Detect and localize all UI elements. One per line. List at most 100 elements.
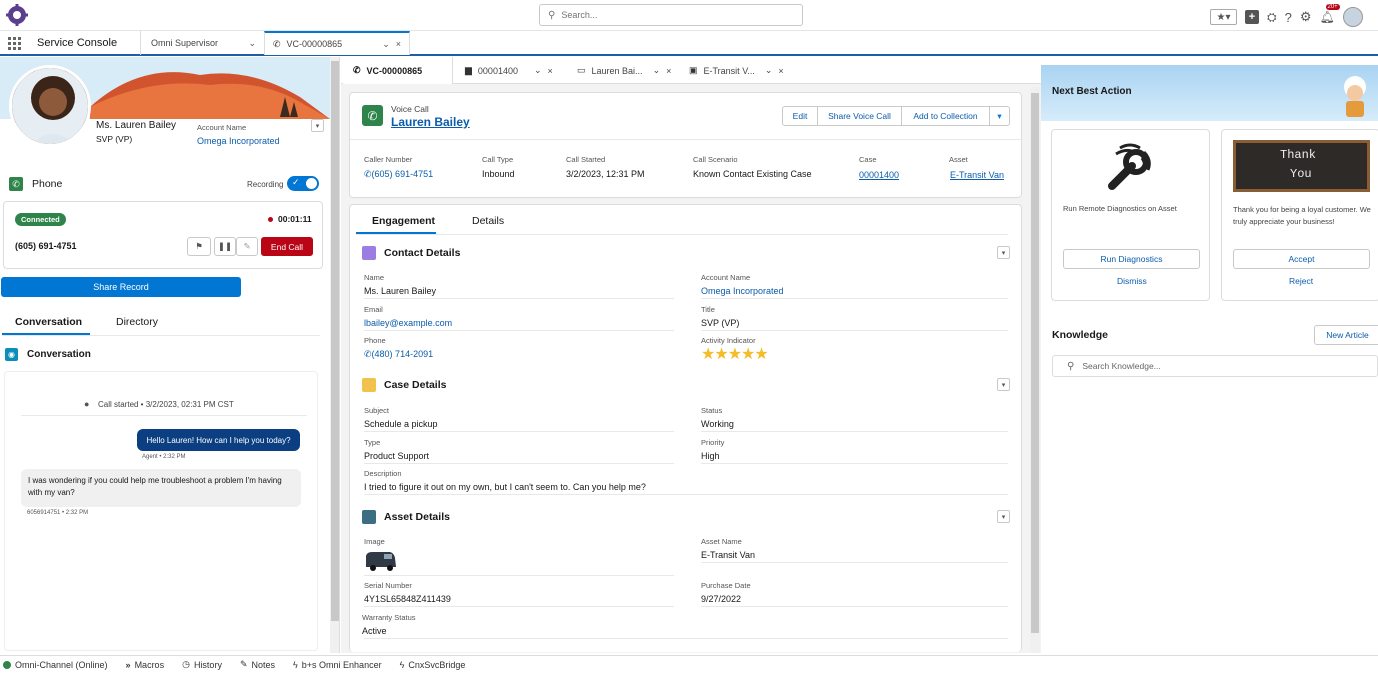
nba-card-text: Run Remote Diagnostics on Asset — [1063, 204, 1177, 213]
app-launcher-icon[interactable] — [8, 37, 22, 50]
chevron-down-icon[interactable]: ⌄ — [382, 39, 390, 50]
status-label: Status — [701, 406, 723, 415]
subtab-voice-call[interactable]: ✆ VC-00000865 — [343, 57, 453, 84]
case-link[interactable]: 00001400 — [859, 170, 899, 180]
chevron-down-icon[interactable]: ▾ — [997, 246, 1010, 259]
asset-details-header[interactable]: Asset Details — [362, 510, 450, 524]
tab-engagement[interactable]: Engagement — [372, 215, 435, 227]
more-actions-chevron-icon[interactable]: ▾ — [990, 106, 1010, 126]
account-name-link[interactable]: Omega Incorporated — [701, 286, 784, 296]
warranty-status-label: Warranty Status — [362, 613, 416, 622]
chevron-down-icon[interactable]: ⌄ — [653, 65, 661, 76]
guidance-center-icon[interactable]: ⛭ — [1267, 10, 1277, 25]
share-voice-call-button[interactable]: Share Voice Call — [818, 106, 902, 126]
voice-call-icon: ✆ — [362, 105, 383, 126]
close-icon[interactable]: × — [666, 66, 671, 76]
search-icon: ⚲ — [1067, 360, 1075, 372]
run-diagnostics-button[interactable]: Run Diagnostics — [1063, 249, 1200, 269]
purchase-date-value: 9/27/2022 — [701, 594, 742, 604]
lightning-icon: ϟ — [399, 659, 405, 670]
chevron-down-icon[interactable]: ▾ — [311, 119, 324, 132]
chevron-down-icon[interactable]: ▾ — [997, 378, 1010, 391]
close-icon[interactable]: × — [396, 39, 401, 49]
subtab-asset[interactable]: ▣ E-Transit V... ⌄ × — [689, 57, 799, 84]
app-logo-icon[interactable] — [6, 4, 28, 26]
help-icon[interactable]: ? — [1285, 10, 1292, 25]
global-search-input[interactable]: ⚲ Search... — [539, 4, 803, 26]
utility-macros[interactable]: » Macros — [126, 660, 165, 670]
notifications-bell-icon[interactable]: 🔔︎ 20+ — [1320, 4, 1340, 24]
flag-button[interactable]: ⚑ — [187, 237, 211, 256]
case-details-header[interactable]: Case Details — [362, 378, 446, 392]
description-label: Description — [364, 469, 402, 478]
online-status-icon — [3, 660, 11, 669]
type-label: Type — [364, 438, 381, 447]
contact-title: SVP (VP) — [96, 134, 133, 144]
setup-gear-icon[interactable]: ⚙ — [1300, 9, 1312, 25]
priority-label: Priority — [701, 438, 725, 447]
call-started-label: Call Started — [566, 155, 606, 164]
left-scrollbar[interactable] — [330, 57, 339, 653]
subtab-case[interactable]: ▆ 00001400 ⌄ × — [465, 57, 571, 84]
chevron-down-icon[interactable]: ⌄ — [534, 65, 542, 76]
caller-number-link[interactable]: ✆(605) 691-4751 — [364, 169, 433, 180]
call-started-value: 3/2/2023, 12:31 PM — [566, 169, 645, 179]
call-status-badge: Connected — [15, 213, 66, 226]
utility-history[interactable]: ◷ History — [182, 659, 222, 670]
serial-number-value: 4Y1SL65848Z411439 — [364, 594, 451, 604]
favorites-star-icon[interactable]: ★▾ — [1210, 9, 1237, 25]
utility-label: CnxSvcBridge — [408, 659, 466, 670]
utility-label: Notes — [251, 659, 276, 670]
section-title: Asset Details — [384, 511, 450, 523]
close-icon[interactable]: × — [548, 66, 553, 76]
chevron-down-icon[interactable]: ▾ — [997, 510, 1010, 523]
phone-link[interactable]: ✆(480) 714-2091 — [364, 349, 433, 360]
reject-link[interactable]: Reject — [1289, 276, 1313, 286]
utility-omni-channel[interactable]: Omni-Channel (Online) — [3, 660, 108, 670]
record-title[interactable]: Lauren Bailey — [391, 115, 470, 129]
global-actions-plus-icon[interactable]: + — [1245, 10, 1259, 24]
conversation-title: Conversation — [27, 349, 91, 360]
hold-button[interactable]: ❚❚ — [214, 237, 236, 256]
nba-card-text: Thank you for being a loyal customer. We… — [1233, 205, 1371, 226]
chevron-down-icon[interactable]: ⌄ — [248, 38, 256, 49]
call-control-card: Connected 00:01:11 (605) 691-4751 ⚑ ❚❚ ✎… — [3, 201, 323, 269]
asset-link[interactable]: E-Transit Van — [950, 170, 1004, 180]
call-scenario-label: Call Scenario — [693, 155, 738, 164]
account-name-label: Account Name — [197, 123, 247, 132]
email-link[interactable]: lbailey@example.com — [364, 318, 452, 328]
user-avatar[interactable] — [1342, 7, 1363, 27]
search-icon: ⚲ — [548, 9, 556, 21]
tab-conversation[interactable]: Conversation — [15, 316, 82, 328]
utility-omni-enhancer[interactable]: ϟ b+s Omni Enhancer — [293, 660, 382, 670]
workspace-tab-omni-supervisor[interactable]: Omni Supervisor ⌄ — [140, 31, 264, 55]
title-label: Title — [701, 305, 715, 314]
call-scenario-value: Known Contact Existing Case — [693, 169, 812, 179]
call-type-label: Call Type — [482, 155, 514, 164]
new-article-button[interactable]: New Article — [1314, 325, 1378, 345]
name-label: Name — [364, 273, 385, 282]
edit-button[interactable]: Edit — [782, 106, 818, 126]
end-call-button[interactable]: End Call — [261, 237, 313, 256]
center-scrollbar[interactable] — [1030, 87, 1040, 653]
close-icon[interactable]: × — [778, 66, 783, 76]
mute-button[interactable]: ✎ — [236, 237, 258, 256]
chevron-down-icon[interactable]: ⌄ — [765, 65, 773, 76]
phone-label: Phone — [364, 336, 386, 345]
tab-directory[interactable]: Directory — [116, 316, 158, 328]
subtab-contact[interactable]: ▭ Lauren Bai... ⌄ × — [577, 57, 687, 84]
account-name-link[interactable]: Omega Incorporated — [197, 136, 280, 146]
utility-notes[interactable]: ✎ Notes — [240, 659, 275, 670]
workspace-tab-voice-call[interactable]: ✆ VC-00000865 ⌄ × — [264, 31, 410, 55]
accept-button[interactable]: Accept — [1233, 249, 1370, 269]
knowledge-search-input[interactable]: ⚲ Search Knowledge... — [1052, 355, 1378, 377]
utility-cnx-bridge[interactable]: ϟ CnxSvcBridge — [400, 660, 466, 670]
dismiss-link[interactable]: Dismiss — [1117, 276, 1147, 286]
add-to-collection-button[interactable]: Add to Collection — [902, 106, 990, 126]
share-record-button[interactable]: Share Record — [1, 277, 241, 297]
case-label: Case — [859, 155, 877, 164]
nba-card-diagnostics: Run Remote Diagnostics on Asset Run Diag… — [1051, 129, 1210, 301]
recording-toggle[interactable]: ✓ — [287, 176, 319, 191]
contact-details-header[interactable]: Contact Details — [362, 246, 460, 260]
tab-details[interactable]: Details — [472, 215, 504, 227]
